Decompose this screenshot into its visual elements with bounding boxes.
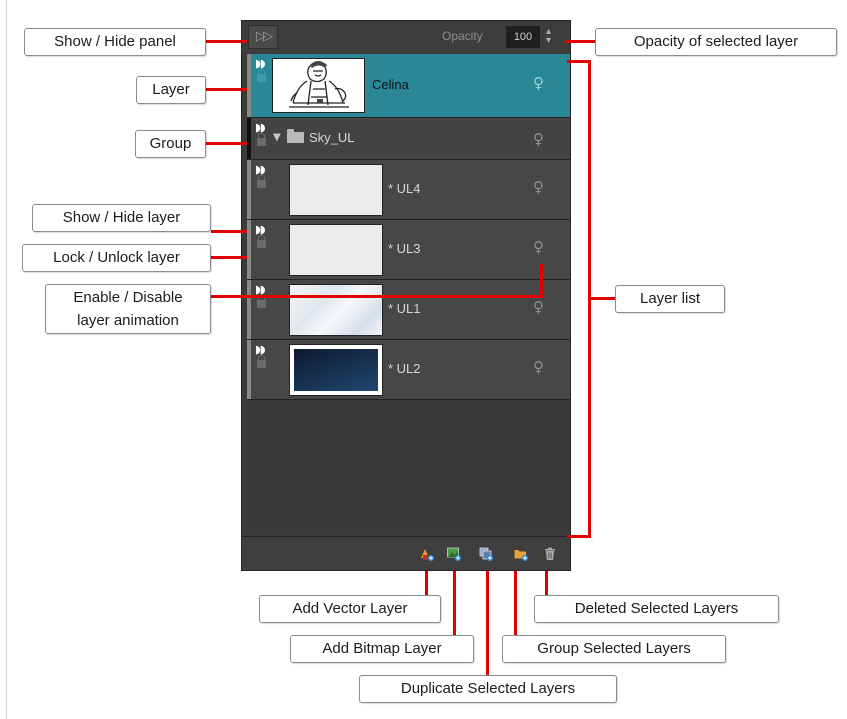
- callout-opacity-selected-layer: Opacity of selected layer: [595, 28, 837, 56]
- layer-name[interactable]: * UL3: [388, 241, 421, 256]
- layer-thumbnail: [289, 344, 383, 396]
- connector-line: [540, 264, 543, 298]
- callout-layer-list: Layer list: [615, 285, 725, 313]
- callout-group-selected-layers: Group Selected Layers: [502, 635, 726, 663]
- connector-line: [486, 571, 489, 676]
- layer-row-ul2[interactable]: ◗◗ * UL2 ♀: [247, 340, 570, 400]
- callout-line-1: Enable / Disable: [73, 289, 183, 306]
- add-bitmap-layer-icon[interactable]: [447, 547, 461, 561]
- layer-row-ul3[interactable]: ◗◗ * UL3 ♀: [247, 220, 570, 280]
- lock-layer-icon[interactable]: [257, 133, 266, 146]
- layer-color-strip: [247, 54, 251, 117]
- duplicate-layers-icon[interactable]: [479, 547, 493, 561]
- layer-row-celina[interactable]: ◗◗ Celina ♀: [247, 54, 570, 118]
- layer-row-ul1[interactable]: ◗◗ * UL1 ♀: [247, 280, 570, 340]
- connector-line: [211, 295, 544, 298]
- lock-layer-icon[interactable]: [257, 69, 266, 82]
- connector-line: [588, 297, 615, 300]
- layer-animation-icon[interactable]: ♀: [533, 298, 544, 316]
- group-name[interactable]: Sky_UL: [309, 130, 355, 145]
- opacity-label: Opacity: [442, 29, 483, 43]
- group-layers-icon[interactable]: [514, 547, 528, 561]
- layer-color-strip: [247, 220, 251, 279]
- callout-lock-unlock-layer: Lock / Unlock layer: [22, 244, 211, 272]
- layer-name[interactable]: * UL4: [388, 181, 421, 196]
- delete-layers-icon[interactable]: [543, 547, 557, 561]
- callout-line-2: layer animation: [77, 312, 179, 329]
- layer-animation-icon[interactable]: ♀: [533, 238, 544, 256]
- callout-add-bitmap-layer: Add Bitmap Layer: [290, 635, 474, 663]
- layer-animation-icon[interactable]: ♀: [533, 358, 544, 376]
- folder-icon: [287, 129, 304, 143]
- panel-toolbar: [242, 536, 570, 570]
- callout-show-hide-panel: Show / Hide panel: [24, 28, 206, 56]
- callout-show-hide-layer: Show / Hide layer: [32, 204, 211, 232]
- callout-duplicate-selected-layers: Duplicate Selected Layers: [359, 675, 617, 703]
- panel-top-bar: ▷▷ Opacity 100 ▴ ▾: [242, 21, 570, 53]
- layer-name[interactable]: Celina: [372, 77, 409, 92]
- layer-row-sky-ul[interactable]: ◗◗ ▼ Sky_UL ♀: [247, 118, 570, 160]
- connector-line: [514, 571, 517, 636]
- layer-name[interactable]: * UL2: [388, 361, 421, 376]
- layer-color-strip: [247, 340, 251, 399]
- group-color-strip: [247, 118, 251, 159]
- callout-add-vector-layer: Add Vector Layer: [259, 595, 441, 623]
- add-vector-layer-icon[interactable]: [420, 547, 434, 561]
- layer-row-ul4[interactable]: ◗◗ * UL4 ♀: [247, 160, 570, 220]
- connector-line: [206, 88, 247, 91]
- connector-line: [211, 256, 247, 259]
- layer-color-strip: [247, 280, 251, 339]
- connector-line: [565, 40, 595, 43]
- lock-layer-icon[interactable]: [257, 295, 266, 308]
- connector-line: [545, 571, 548, 596]
- callout-layer: Layer: [136, 76, 206, 104]
- connector-line: [206, 142, 247, 145]
- layer-thumbnail: [272, 58, 365, 113]
- lock-layer-icon[interactable]: [257, 175, 266, 188]
- celina-drawing-icon: [289, 61, 349, 108]
- layer-animation-icon[interactable]: ♀: [533, 74, 544, 92]
- lock-layer-icon[interactable]: [257, 355, 266, 368]
- connector-line: [211, 230, 247, 233]
- layer-thumbnail: [289, 284, 383, 336]
- expand-triangle-icon[interactable]: ▼: [273, 132, 281, 143]
- callout-group: Group: [135, 130, 206, 158]
- callout-deleted-selected-layers: Deleted Selected Layers: [534, 595, 779, 623]
- layer-color-strip: [247, 160, 251, 219]
- connector-line: [206, 40, 247, 43]
- layer-animation-icon[interactable]: ♀: [533, 130, 544, 148]
- opacity-spin-icon[interactable]: ▴ ▾: [546, 27, 551, 46]
- frame-border: [6, 0, 7, 719]
- layer-thumbnail: [289, 224, 383, 276]
- connector-line: [453, 571, 456, 636]
- show-hide-panel-button[interactable]: ▷▷: [248, 25, 278, 49]
- layer-animation-icon[interactable]: ♀: [533, 178, 544, 196]
- opacity-field[interactable]: 100: [506, 26, 540, 48]
- layer-name[interactable]: * UL1: [388, 301, 421, 316]
- connector-line: [425, 571, 428, 596]
- callout-enable-disable-animation: Enable / Disable layer animation: [45, 284, 211, 334]
- layer-thumbnail: [289, 164, 383, 216]
- lock-layer-icon[interactable]: [257, 235, 266, 248]
